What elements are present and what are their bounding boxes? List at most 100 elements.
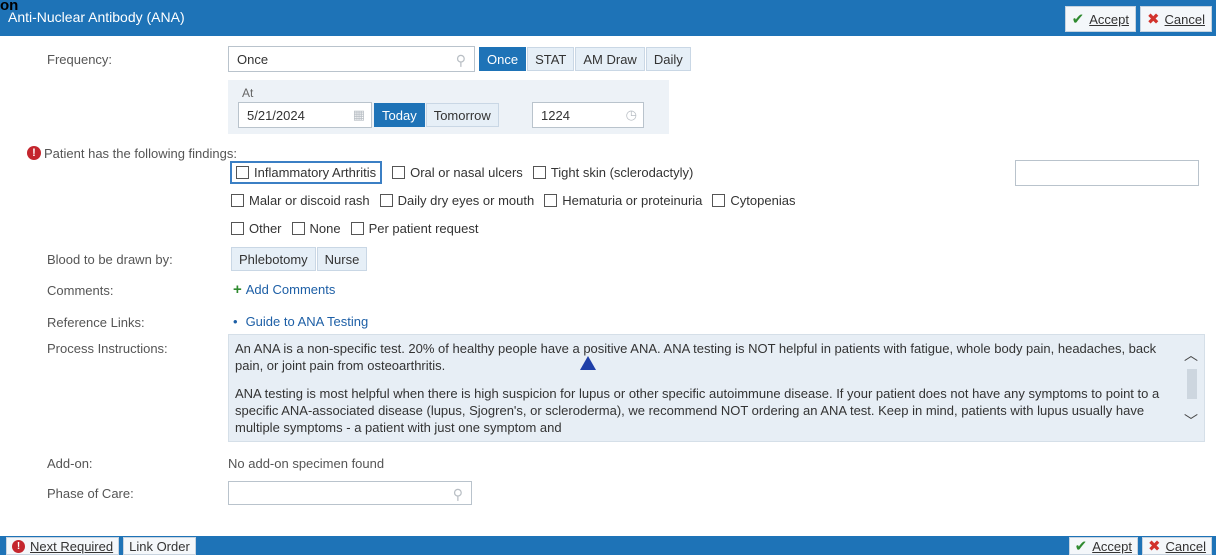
overlay-text: on <box>0 0 19 14</box>
plus-icon: + <box>233 281 242 298</box>
blood-drawn-options: Phlebotomy Nurse <box>231 247 368 271</box>
instructions-text: An ANA is a non-specific test. 20% of he… <box>235 340 1170 441</box>
phase-of-care-label: Phase of Care: <box>47 486 134 501</box>
findings-row-1: Inflammatory Arthritis Oral or nasal ulc… <box>230 161 703 184</box>
checkbox[interactable] <box>291 222 305 235</box>
accept-label: Accept <box>1089 11 1129 27</box>
nurse-button[interactable]: Nurse <box>316 247 368 271</box>
findings-label: Patient has the following findings: <box>44 146 237 161</box>
frequency-label: Frequency: <box>47 52 113 67</box>
finding-other[interactable]: Other <box>231 221 282 236</box>
finding-hematuria[interactable]: Hematuria or proteinuria <box>544 193 702 208</box>
chevron-up-icon[interactable]: ︿ <box>1178 345 1204 365</box>
next-required-label: Next Required <box>30 538 114 554</box>
checkbox[interactable] <box>231 222 244 235</box>
finding-per-patient-request[interactable]: Per patient request <box>350 221 479 236</box>
footer-accept-label: Accept <box>1092 538 1132 554</box>
finding-dry-eyes-mouth[interactable]: Daily dry eyes or mouth <box>379 193 535 208</box>
footer-cancel-button[interactable]: ✖ Cancel <box>1141 537 1212 555</box>
time-value: 1224 <box>541 107 570 123</box>
checkbox[interactable] <box>544 194 558 207</box>
cancel-label: Cancel <box>1164 11 1205 27</box>
finding-none[interactable]: None <box>291 221 341 236</box>
next-required-button[interactable]: ! Next Required <box>6 537 120 555</box>
date-input[interactable]: 5/21/2024 ▦ <box>238 102 372 128</box>
process-instructions-box[interactable]: An ANA is a non-specific test. 20% of he… <box>228 334 1205 442</box>
findings-row-3: Other None Per patient request <box>231 221 488 236</box>
at-label: At <box>242 86 254 100</box>
cancel-button[interactable]: ✖ Cancel <box>1139 6 1212 32</box>
search-icon[interactable]: ⚲ <box>456 52 466 69</box>
calendar-icon[interactable]: ▦ <box>353 107 365 123</box>
footer-accept-button[interactable]: ✔ Accept <box>1068 537 1138 555</box>
process-instructions-label: Process Instructions: <box>47 341 168 356</box>
finding-tight-skin[interactable]: Tight skin (sclerodactyly) <box>532 165 694 180</box>
finding-label: Hematuria or proteinuria <box>562 193 703 208</box>
finding-label: Inflammatory Arthritis <box>254 165 377 180</box>
frequency-option-am-draw[interactable]: AM Draw <box>575 47 645 71</box>
checkbox[interactable] <box>231 194 244 207</box>
finding-label: Per patient request <box>368 221 479 236</box>
accept-button[interactable]: ✔ Accept <box>1064 6 1136 32</box>
blood-drawn-label: Blood to be drawn by: <box>47 252 173 267</box>
frequency-option-stat[interactable]: STAT <box>527 47 575 71</box>
frequency-input[interactable]: Once ⚲ <box>228 46 475 72</box>
comments-label: Comments: <box>47 283 114 298</box>
instructions-paragraph: ANA testing is most helpful when there i… <box>235 386 1160 435</box>
finding-oral-nasal-ulcers[interactable]: Oral or nasal ulcers <box>392 165 523 180</box>
bullet-icon: • <box>233 314 238 329</box>
footer-cancel-label: Cancel <box>1165 538 1206 554</box>
reference-link[interactable]: • Guide to ANA Testing <box>233 314 368 329</box>
today-button[interactable]: Today <box>374 103 425 127</box>
frequency-value: Once <box>237 51 269 67</box>
scroll-thumb[interactable] <box>1187 369 1197 399</box>
link-order-label: Link Order <box>129 538 190 554</box>
close-icon: ✖ <box>1147 538 1161 555</box>
order-form: Frequency: Once ⚲ Once STAT AM Draw Dail… <box>0 36 1216 536</box>
instructions-paragraph: An ANA is a non-specific test. 20% of he… <box>235 341 1157 373</box>
add-comments-link[interactable]: + Add Comments <box>233 281 335 298</box>
warning-icon: ! <box>12 539 25 553</box>
guide-link[interactable]: Guide to ANA Testing <box>246 314 369 329</box>
frequency-options: Once STAT AM Draw Daily <box>479 47 692 71</box>
close-icon: ✖ <box>1146 11 1160 28</box>
checkbox[interactable] <box>712 194 726 207</box>
finding-inflammatory-arthritis[interactable]: Inflammatory Arthritis <box>230 161 383 184</box>
link-order-button[interactable]: Link Order <box>123 537 196 555</box>
header-actions: ✔ Accept ✖ Cancel <box>1064 6 1212 32</box>
finding-malar-rash[interactable]: Malar or discoid rash <box>231 193 370 208</box>
date-shortcuts: Today Tomorrow <box>374 103 500 127</box>
at-panel: At 5/21/2024 ▦ Today Tomorrow 1224 ◷ <box>228 80 669 134</box>
add-comments-label: Add Comments <box>245 282 336 297</box>
check-icon: ✔ <box>1071 11 1085 28</box>
finding-label: Tight skin (sclerodactyly) <box>550 165 694 180</box>
checkbox[interactable] <box>379 194 393 207</box>
phase-of-care-input[interactable]: ⚲ <box>228 481 472 505</box>
finding-cytopenias[interactable]: Cytopenias <box>712 193 795 208</box>
checkbox[interactable] <box>392 166 406 179</box>
findings-row-2: Malar or discoid rash Daily dry eyes or … <box>231 193 805 208</box>
required-warning-icon: ! <box>27 146 41 160</box>
footer-bar: ! Next Required Link Order ✔ Accept ✖ Ca… <box>0 536 1216 555</box>
clock-icon[interactable]: ◷ <box>626 107 637 123</box>
mouse-cursor <box>580 356 596 370</box>
date-value: 5/21/2024 <box>247 107 305 123</box>
phlebotomy-button[interactable]: Phlebotomy <box>231 247 316 271</box>
checkbox[interactable] <box>532 166 546 179</box>
instructions-scrollbar[interactable]: ︿ ﹀ <box>1178 335 1204 441</box>
addon-value: No add-on specimen found <box>228 456 385 471</box>
time-input[interactable]: 1224 ◷ <box>532 102 644 128</box>
other-finding-input[interactable] <box>1015 160 1199 186</box>
frequency-option-once[interactable]: Once <box>479 47 527 71</box>
tomorrow-button[interactable]: Tomorrow <box>425 103 499 127</box>
finding-label: Cytopenias <box>730 193 796 208</box>
checkbox[interactable] <box>236 166 249 179</box>
finding-label: Malar or discoid rash <box>249 193 370 208</box>
finding-label: Daily dry eyes or mouth <box>397 193 535 208</box>
chevron-down-icon[interactable]: ﹀ <box>1178 411 1204 431</box>
search-icon[interactable]: ⚲ <box>453 486 463 503</box>
order-title: Anti-Nuclear Antibody (ANA) <box>8 9 185 25</box>
frequency-option-daily[interactable]: Daily <box>645 47 691 71</box>
finding-label: Other <box>249 221 282 236</box>
checkbox[interactable] <box>350 222 364 235</box>
